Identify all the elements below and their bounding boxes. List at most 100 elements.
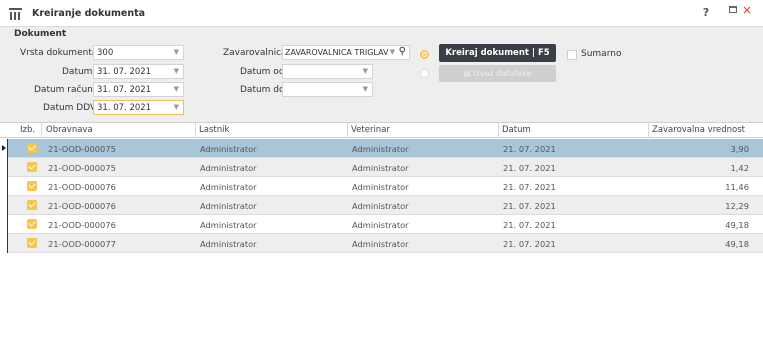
cell-zavarovalna-vrednost: 49,18 bbox=[725, 220, 749, 230]
column-header-izb[interactable]: Izb. bbox=[20, 125, 35, 135]
datum-od-field[interactable]: ▼ bbox=[282, 64, 373, 79]
cell-veterinar: Administrator bbox=[352, 239, 409, 249]
table-row[interactable]: 21-OOD-000076 Administrator Administrato… bbox=[0, 196, 763, 215]
row-indicator bbox=[0, 215, 8, 234]
document-form: Dokument Vrsta dokumenta 300 ▼ Datum 31.… bbox=[0, 27, 763, 122]
documents-table: Izb. Obravnava Lastnik Veterinar Datum Z… bbox=[0, 122, 763, 347]
cell-obravnava: 21-OOD-000076 bbox=[48, 220, 116, 230]
window-title: Kreiranje dokumenta bbox=[32, 8, 146, 19]
vrsta-dokumenta-select[interactable]: 300 ▼ bbox=[93, 45, 184, 60]
row-indicator bbox=[0, 158, 8, 177]
cell-veterinar: Administrator bbox=[352, 201, 409, 211]
row-select-checkbox[interactable] bbox=[27, 219, 37, 229]
table-row[interactable]: 21-OOD-000076 Administrator Administrato… bbox=[0, 177, 763, 196]
cell-lastnik: Administrator bbox=[200, 182, 257, 192]
table-row[interactable]: 21-OOD-000076 Administrator Administrato… bbox=[0, 215, 763, 234]
cell-obravnava: 21-OOD-000075 bbox=[48, 144, 116, 154]
search-icon[interactable]: ⚲ bbox=[399, 46, 406, 57]
cell-obravnava: 21-OOD-000076 bbox=[48, 182, 116, 192]
chevron-down-icon: ▼ bbox=[173, 48, 179, 56]
chevron-down-icon: ▼ bbox=[362, 85, 368, 93]
cell-veterinar: Administrator bbox=[352, 144, 409, 154]
datum-do-label: Datum do bbox=[240, 85, 285, 95]
column-divider bbox=[347, 123, 348, 138]
title-bar: Kreiranje dokumenta ? × bbox=[0, 0, 763, 27]
chevron-down-icon: ▼ bbox=[173, 103, 179, 111]
cell-zavarovalna-vrednost: 11,46 bbox=[725, 182, 749, 192]
zavarovalnica-value: ZAVAROVALNICA TRIGLAV bbox=[285, 48, 389, 57]
create-document-button[interactable]: Kreiraj dokument | F5 bbox=[439, 44, 556, 62]
cell-zavarovalna-vrednost: 1,42 bbox=[730, 163, 749, 173]
column-header-veterinar[interactable]: Veterinar bbox=[351, 125, 390, 135]
cell-datum: 21. 07. 2021 bbox=[503, 239, 556, 249]
datum-do-field[interactable]: ▼ bbox=[282, 82, 373, 97]
datum-racuna-label: Datum računa bbox=[34, 85, 99, 95]
export-file-label: Izvoz datoteke bbox=[473, 69, 532, 78]
column-divider bbox=[195, 123, 196, 138]
cell-datum: 21. 07. 2021 bbox=[503, 182, 556, 192]
row-select-checkbox[interactable] bbox=[27, 143, 37, 153]
cell-datum: 21. 07. 2021 bbox=[503, 201, 556, 211]
table-header: Izb. Obravnava Lastnik Veterinar Datum Z… bbox=[0, 123, 763, 138]
sumarno-label: Sumarno bbox=[581, 49, 622, 59]
create-document-window: Kreiranje dokumenta ? × Dokument Vrsta d… bbox=[0, 0, 763, 347]
section-title: Dokument bbox=[14, 29, 67, 39]
file-export-icon: ▤ bbox=[463, 69, 474, 78]
cell-obravnava: 21-OOD-000077 bbox=[48, 239, 116, 249]
datum-ddv-field[interactable]: 31. 07. 2021 ▼ bbox=[93, 100, 184, 115]
chevron-down-icon: ▼ bbox=[362, 67, 368, 75]
chevron-down-icon: ▼ bbox=[173, 67, 179, 75]
table-row[interactable]: 21-OOD-000077 Administrator Administrato… bbox=[0, 234, 763, 253]
cell-veterinar: Administrator bbox=[352, 182, 409, 192]
cell-lastnik: Administrator bbox=[200, 144, 257, 154]
column-header-lastnik[interactable]: Lastnik bbox=[199, 125, 229, 135]
vrsta-dokumenta-value: 300 bbox=[97, 48, 114, 58]
datum-field[interactable]: 31. 07. 2021 ▼ bbox=[93, 64, 184, 79]
datum-label: Datum bbox=[62, 67, 93, 77]
close-icon[interactable]: × bbox=[742, 3, 752, 17]
zavarovalnica-select[interactable]: ZAVAROVALNICA TRIGLAV ▼ ⚲ bbox=[282, 45, 410, 60]
cell-lastnik: Administrator bbox=[200, 163, 257, 173]
datum-ddv-label: Datum DDV bbox=[43, 103, 97, 113]
cell-obravnava: 21-OOD-000075 bbox=[48, 163, 116, 173]
cell-veterinar: Administrator bbox=[352, 220, 409, 230]
datum-od-label: Datum od bbox=[240, 67, 285, 77]
row-indicator bbox=[0, 234, 8, 253]
export-file-button[interactable]: ▤ Izvoz datoteke bbox=[439, 65, 556, 82]
row-select-checkbox[interactable] bbox=[27, 200, 37, 210]
cell-obravnava: 21-OOD-000076 bbox=[48, 201, 116, 211]
cell-lastnik: Administrator bbox=[200, 201, 257, 211]
cell-datum: 21. 07. 2021 bbox=[503, 163, 556, 173]
chevron-down-icon: ▼ bbox=[173, 85, 179, 93]
datum-racuna-field[interactable]: 31. 07. 2021 ▼ bbox=[93, 82, 184, 97]
cell-lastnik: Administrator bbox=[200, 220, 257, 230]
export-mode-radio[interactable] bbox=[420, 69, 429, 78]
datum-ddv-value: 31. 07. 2021 bbox=[97, 103, 152, 113]
column-header-datum[interactable]: Datum bbox=[502, 125, 531, 135]
cell-zavarovalna-vrednost: 3,90 bbox=[730, 144, 749, 154]
datum-racuna-value: 31. 07. 2021 bbox=[97, 85, 152, 95]
column-divider bbox=[41, 123, 42, 138]
document-app-icon bbox=[9, 8, 22, 20]
row-indicator bbox=[0, 177, 8, 196]
current-row-indicator bbox=[0, 139, 8, 158]
row-select-checkbox[interactable] bbox=[27, 181, 37, 191]
column-header-obravnava[interactable]: Obravnava bbox=[46, 125, 93, 135]
restore-window-icon[interactable] bbox=[729, 6, 737, 13]
cell-zavarovalna-vrednost: 49,18 bbox=[725, 239, 749, 249]
chevron-down-icon: ▼ bbox=[389, 48, 395, 56]
column-divider bbox=[498, 123, 499, 138]
cell-datum: 21. 07. 2021 bbox=[503, 144, 556, 154]
help-button[interactable]: ? bbox=[700, 6, 712, 19]
vrsta-dokumenta-label: Vrsta dokumenta bbox=[20, 48, 98, 58]
row-select-checkbox[interactable] bbox=[27, 238, 37, 248]
table-row[interactable]: 21-OOD-000075 Administrator Administrato… bbox=[0, 139, 763, 158]
create-mode-radio[interactable] bbox=[420, 50, 429, 59]
row-select-checkbox[interactable] bbox=[27, 162, 37, 172]
column-header-zavarovalna-vrednost[interactable]: Zavarovalna vrednost bbox=[652, 125, 745, 135]
cell-lastnik: Administrator bbox=[200, 239, 257, 249]
cell-datum: 21. 07. 2021 bbox=[503, 220, 556, 230]
row-indicator bbox=[0, 196, 8, 215]
sumarno-checkbox[interactable] bbox=[567, 50, 577, 60]
table-row[interactable]: 21-OOD-000075 Administrator Administrato… bbox=[0, 158, 763, 177]
